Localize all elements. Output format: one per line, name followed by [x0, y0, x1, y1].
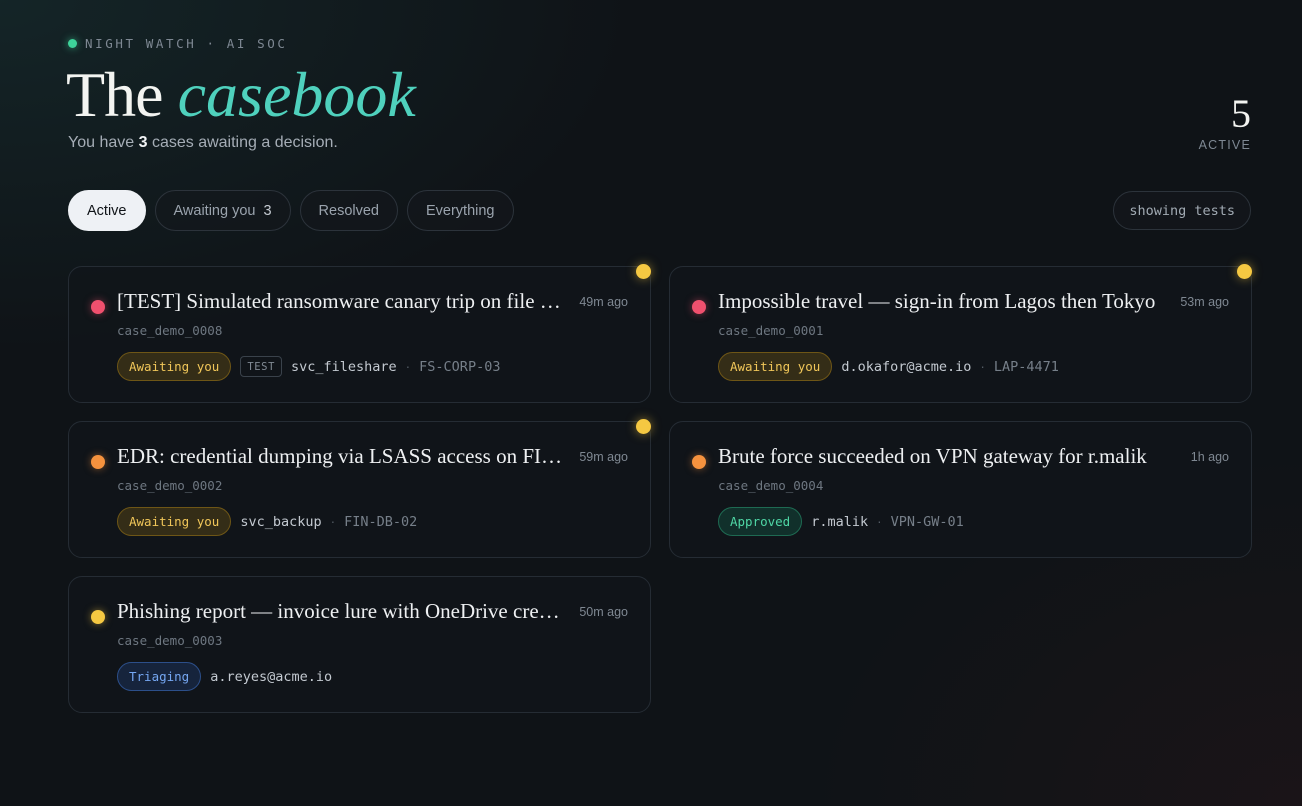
status-badge: Approved	[718, 507, 803, 536]
case-user: a.reyes@acme.io	[210, 668, 333, 685]
case-id: case_demo_0002	[117, 478, 223, 493]
status-badge: Triaging	[117, 662, 202, 691]
status-badge: Awaiting you	[117, 507, 232, 536]
case-id: case_demo_0003	[117, 633, 223, 648]
case-time: 50m ago	[579, 605, 628, 619]
live-status-dot-icon	[68, 39, 77, 48]
case-meta: Awaiting you TEST svc_fileshare · FS-COR…	[117, 352, 500, 381]
severity-high-icon	[91, 455, 105, 469]
case-time: 1h ago	[1190, 450, 1229, 464]
page-title: The casebook	[66, 58, 416, 134]
unread-dot-icon	[1237, 264, 1252, 279]
case-user: svc_fileshare	[291, 358, 397, 375]
page-title-plain: The	[66, 59, 163, 130]
case-title: Brute force succeeded on VPN gateway for…	[718, 444, 1147, 468]
tab-active[interactable]: Active	[68, 190, 146, 231]
case-id: case_demo_0008	[117, 323, 223, 338]
severity-critical-icon	[91, 300, 105, 314]
status-badge: Awaiting you	[117, 352, 232, 381]
meta-separator: ·	[877, 514, 882, 529]
case-meta: Awaiting you d.okafor@acme.io · LAP-4471	[718, 352, 1059, 381]
case-meta: Triaging a.reyes@acme.io	[117, 662, 332, 691]
case-card[interactable]: Brute force succeeded on VPN gateway for…	[669, 421, 1252, 558]
tab-resolved[interactable]: Resolved	[299, 190, 398, 231]
case-card[interactable]: Impossible travel — sign-in from Lagos t…	[669, 264, 1252, 403]
case-grid: [TEST] Simulated ransomware canary trip …	[68, 264, 1252, 713]
tab-active-label: Active	[87, 202, 127, 219]
page-title-accent: casebook	[177, 59, 416, 130]
case-host: VPN-GW-01	[890, 513, 964, 530]
case-title: EDR: credential dumping via LSASS access…	[117, 444, 567, 468]
case-id: case_demo_0001	[718, 323, 824, 338]
case-user: svc_backup	[240, 513, 322, 530]
case-user: d.okafor@acme.io	[841, 358, 972, 375]
tab-awaiting-label: Awaiting you	[173, 202, 256, 219]
case-time: 59m ago	[579, 450, 628, 464]
filter-tabs: Active Awaiting you 3 Resolved Everythin…	[68, 190, 514, 231]
show-tests-toggle[interactable]: showing tests	[1113, 191, 1251, 230]
severity-high-icon	[692, 455, 706, 469]
active-count-label: ACTIVE	[1198, 138, 1251, 152]
app-eyebrow-label: NIGHT WATCH · AI SOC	[85, 36, 288, 51]
meta-separator: ·	[980, 359, 985, 374]
status-badge: Awaiting you	[718, 352, 833, 381]
case-meta: Awaiting you svc_backup · FIN-DB-02	[117, 507, 417, 536]
tab-awaiting-you[interactable]: Awaiting you 3	[154, 190, 291, 231]
case-time: 53m ago	[1180, 295, 1229, 309]
active-counter: 5 ACTIVE	[1198, 91, 1251, 153]
active-count: 5	[1231, 91, 1251, 136]
page-subtitle: You have 3 cases awaiting a decision.	[68, 134, 338, 152]
show-tests-label: showing tests	[1129, 202, 1235, 219]
case-time: 49m ago	[579, 295, 628, 309]
severity-critical-icon	[692, 300, 706, 314]
meta-separator: ·	[405, 359, 411, 374]
case-host: LAP-4471	[993, 358, 1059, 375]
unread-dot-icon	[636, 264, 651, 279]
case-host: FIN-DB-02	[344, 513, 418, 530]
case-title: Impossible travel — sign-in from Lagos t…	[718, 289, 1156, 313]
case-card[interactable]: [TEST] Simulated ransomware canary trip …	[68, 264, 651, 403]
tab-everything[interactable]: Everything	[406, 190, 514, 231]
severity-medium-icon	[91, 610, 105, 624]
case-card[interactable]: EDR: credential dumping via LSASS access…	[68, 419, 651, 558]
app-eyebrow: NIGHT WATCH · AI SOC	[68, 36, 288, 51]
tab-awaiting-count: 3	[263, 202, 272, 219]
case-meta: Approved r.malik · VPN-GW-01	[718, 507, 964, 536]
case-title: Phishing report — invoice lure with OneD…	[117, 599, 567, 623]
tab-everything-label: Everything	[425, 202, 495, 219]
case-id: case_demo_0004	[718, 478, 824, 493]
case-card[interactable]: Phishing report — invoice lure with OneD…	[68, 576, 651, 713]
meta-separator: ·	[330, 514, 336, 529]
tab-resolved-label: Resolved	[318, 202, 379, 219]
subtitle-prefix: You have	[68, 134, 135, 151]
case-title: [TEST] Simulated ransomware canary trip …	[117, 289, 567, 313]
awaiting-count: 3	[138, 134, 148, 151]
subtitle-suffix: cases awaiting a decision.	[151, 134, 338, 151]
case-user: r.malik	[811, 513, 869, 530]
case-host: FS-CORP-03	[419, 358, 501, 375]
unread-dot-icon	[636, 419, 651, 434]
test-tag: TEST	[240, 356, 282, 377]
